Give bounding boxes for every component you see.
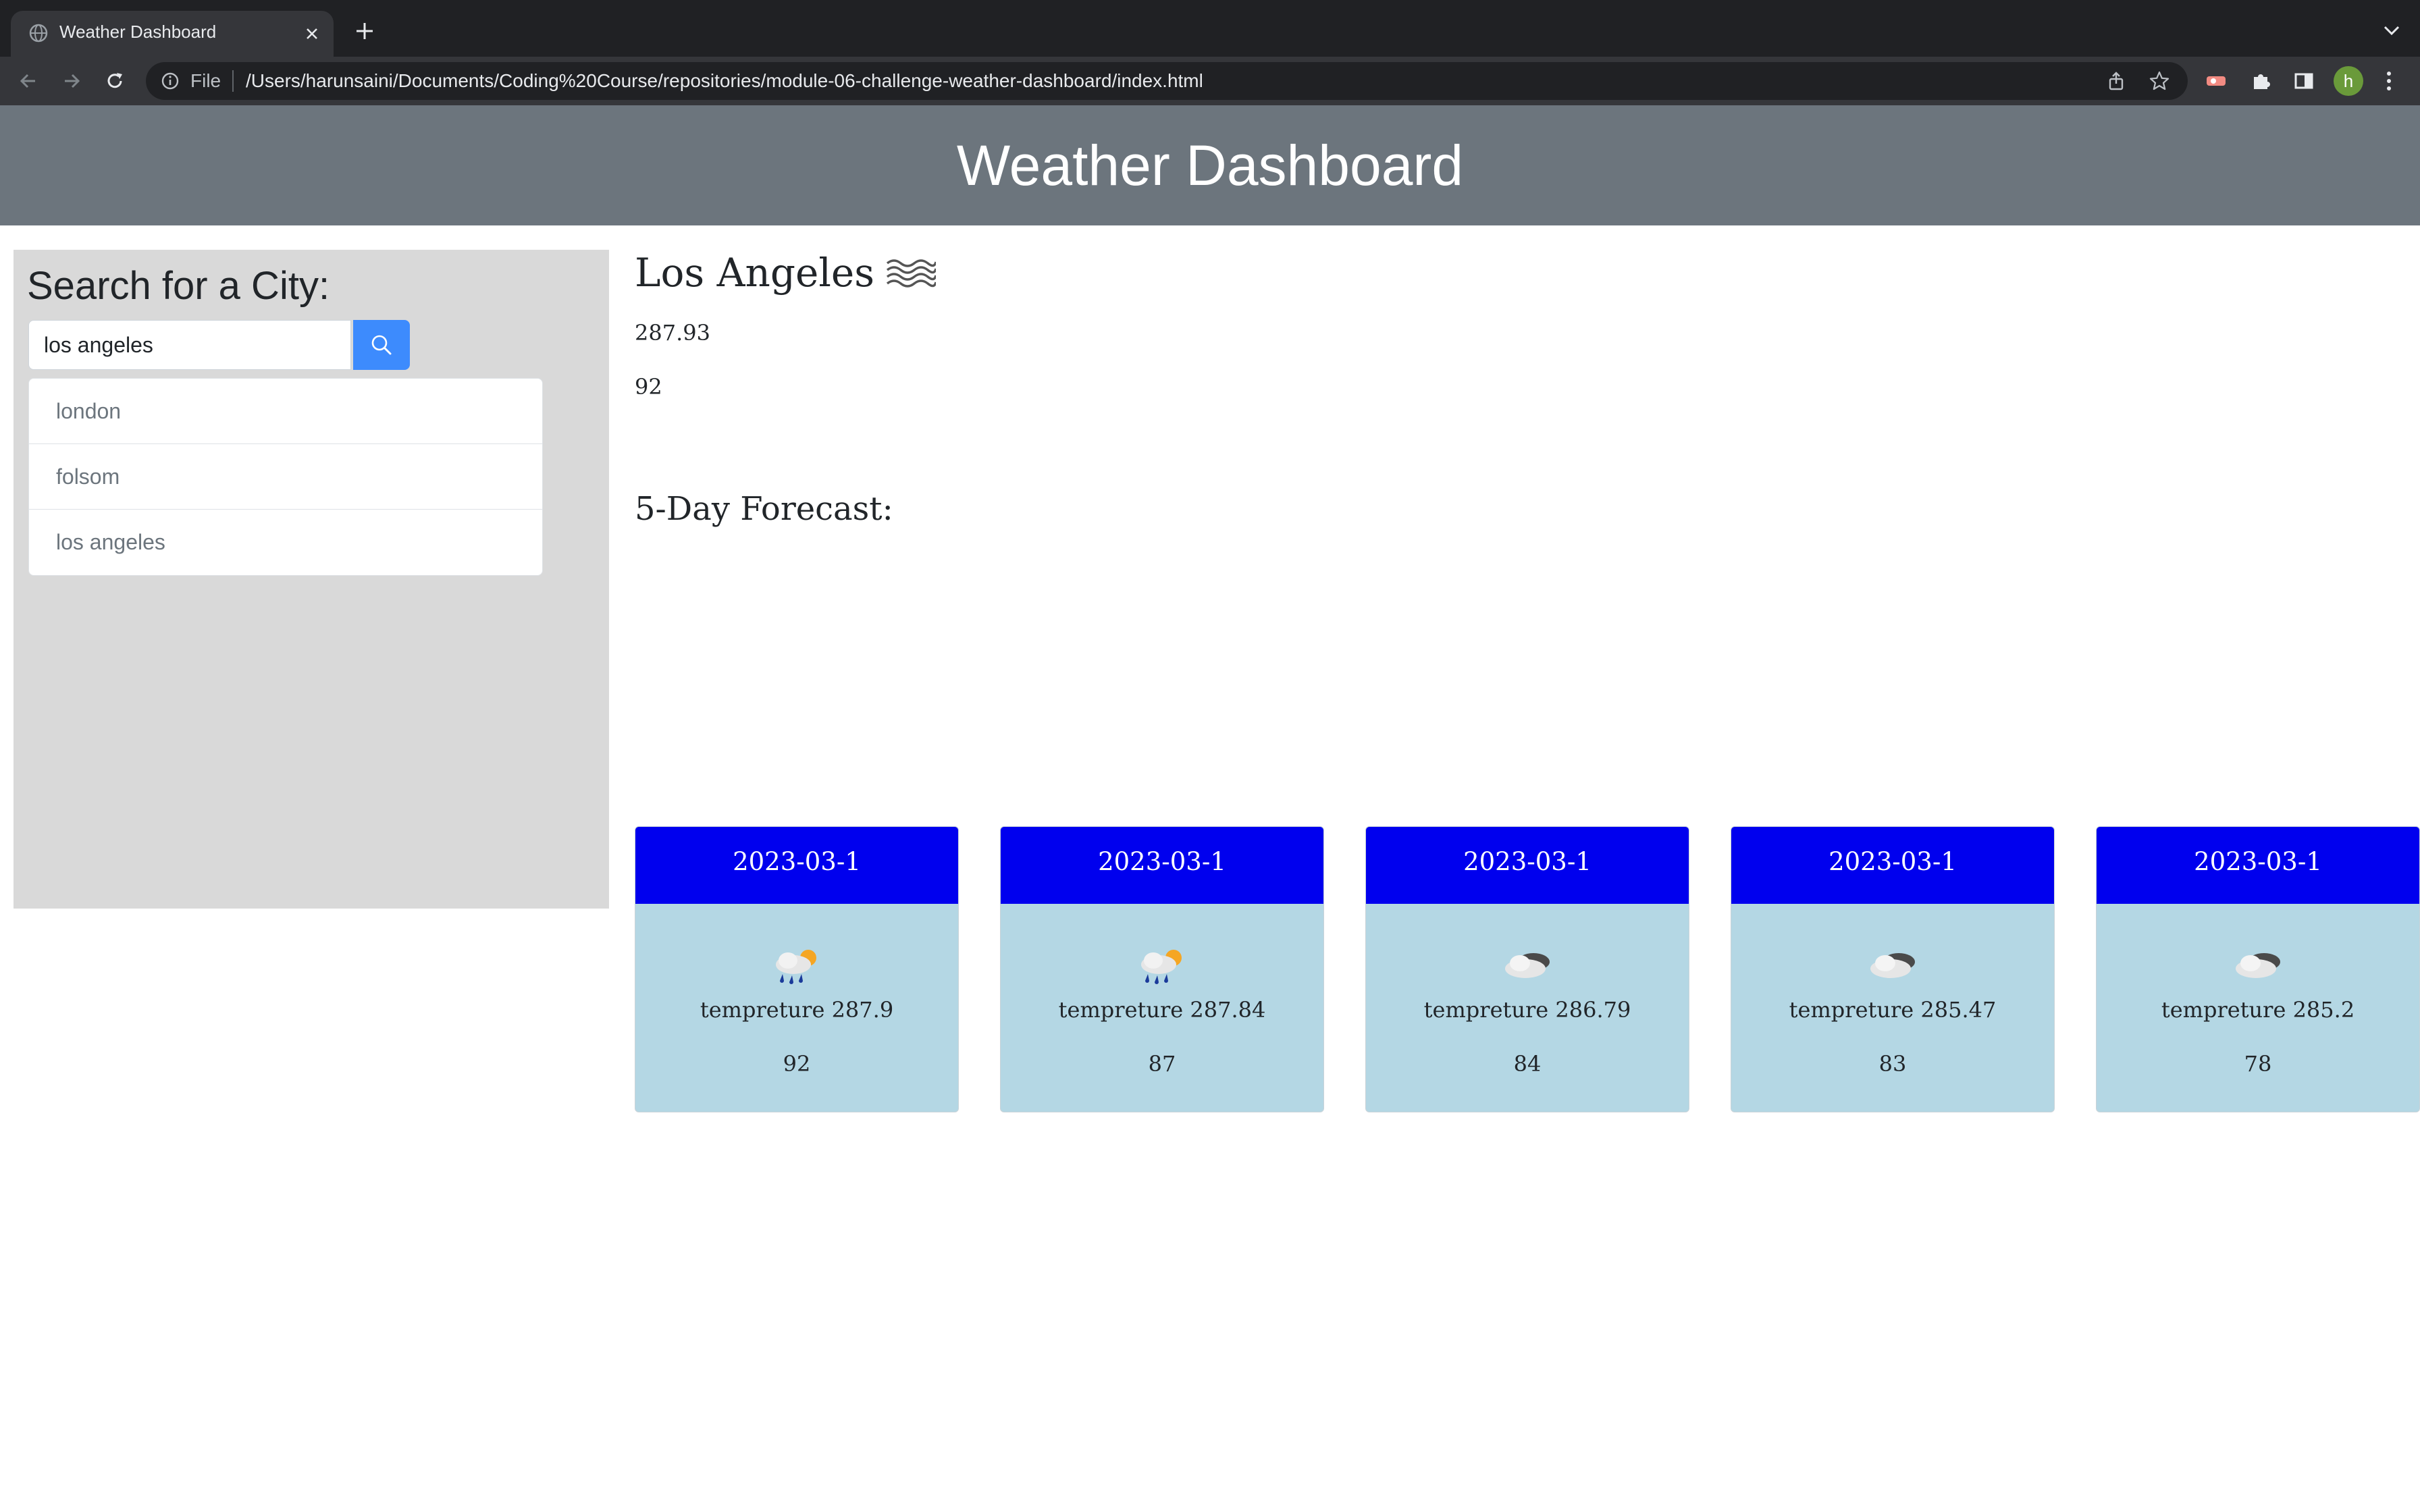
url-scheme: File [190,70,221,91]
history-item[interactable]: folsom [29,444,542,510]
url-separator [232,70,234,92]
forecast-card: 2023-03-1 tempreture 287.84 87 [1000,826,1324,1112]
forecast-humidity: 84 [1513,1051,1542,1077]
cloud-icon [1870,953,1915,978]
search-heading: Search for a City: [27,264,330,308]
browser-tab-bar: Weather Dashboard [0,0,2420,57]
info-icon[interactable] [161,72,180,90]
city-search-input[interactable] [28,320,351,370]
new-tab-icon[interactable] [354,20,375,42]
forecast-date: 2023-03-1 [1366,827,1689,904]
page-title: Weather Dashboard [956,134,1464,197]
forecast-card: 2023-03-1 tempreture 286.79 84 [1365,826,1689,1112]
side-panel-icon[interactable] [2292,69,2316,93]
current-humidity: 92 [635,374,662,400]
search-icon [371,335,392,355]
forecast-humidity: 78 [2244,1051,2272,1077]
cloud-icon [1505,953,1550,978]
forecast-card: 2023-03-1 tempreture 285.47 83 [1731,826,2055,1112]
history-item[interactable]: los angeles [29,510,542,575]
url-text[interactable]: /Users/harunsaini/Documents/Coding%20Cou… [246,70,1203,92]
current-weather-heading: Los Angeles [635,250,937,296]
forecast-temperature: tempreture 285.2 [2161,997,2355,1023]
search-history-list: london folsom los angeles [28,378,543,576]
search-sidebar: Search for a City: london folsom los ang… [14,250,609,909]
extensions-puzzle-icon[interactable] [2248,69,2273,93]
close-icon[interactable] [302,24,321,43]
forecast-title: 5-Day Forecast: [635,490,893,528]
forecast-humidity: 87 [1148,1051,1176,1077]
bookmark-star-icon[interactable] [2149,70,2170,92]
page-header: Weather Dashboard [0,105,2420,225]
tab-title: Weather Dashboard [59,22,217,42]
more-menu-icon[interactable] [2381,68,2397,94]
forecast-humidity: 83 [1878,1051,1907,1077]
forecast-temperature: tempreture 287.84 [1058,997,1266,1023]
browser-toolbar: File /Users/harunsaini/Documents/Coding%… [0,57,2420,105]
globe-icon [29,24,48,43]
extension-icon[interactable] [2204,69,2228,93]
forecast-date: 2023-03-1 [635,827,958,904]
forward-icon[interactable] [59,69,84,93]
forecast-date: 2023-03-1 [1731,827,2054,904]
forecast-date: 2023-03-1 [1001,827,1323,904]
history-item[interactable]: london [29,379,542,444]
cloud-icon [2236,953,2280,978]
forecast-temperature: tempreture 286.79 [1423,997,1631,1023]
back-icon[interactable] [16,69,41,93]
current-temperature: 287.93 [635,320,710,346]
forecast-humidity: 92 [783,1051,811,1077]
forecast-temperature: tempreture 285.47 [1789,997,1997,1023]
forecast-card: 2023-03-1 tempreture 285.2 78 [2096,826,2420,1112]
city-name: Los Angeles [635,250,874,296]
browser-tab[interactable]: Weather Dashboard [11,11,334,57]
forecast-card: 2023-03-1 tempreture 287.9 92 [635,826,959,1112]
profile-avatar[interactable]: h [2334,66,2363,96]
mist-icon [886,259,937,288]
search-button[interactable] [353,320,410,370]
share-icon[interactable] [2105,70,2127,92]
reload-icon[interactable] [103,69,127,93]
rain-sun-icon [1141,950,1182,984]
forecast-date: 2023-03-1 [2097,827,2419,904]
rain-sun-icon [776,950,816,984]
address-bar[interactable]: File /Users/harunsaini/Documents/Coding%… [146,62,2188,100]
chevron-down-icon[interactable] [2382,23,2401,39]
forecast-temperature: tempreture 287.9 [700,997,894,1023]
